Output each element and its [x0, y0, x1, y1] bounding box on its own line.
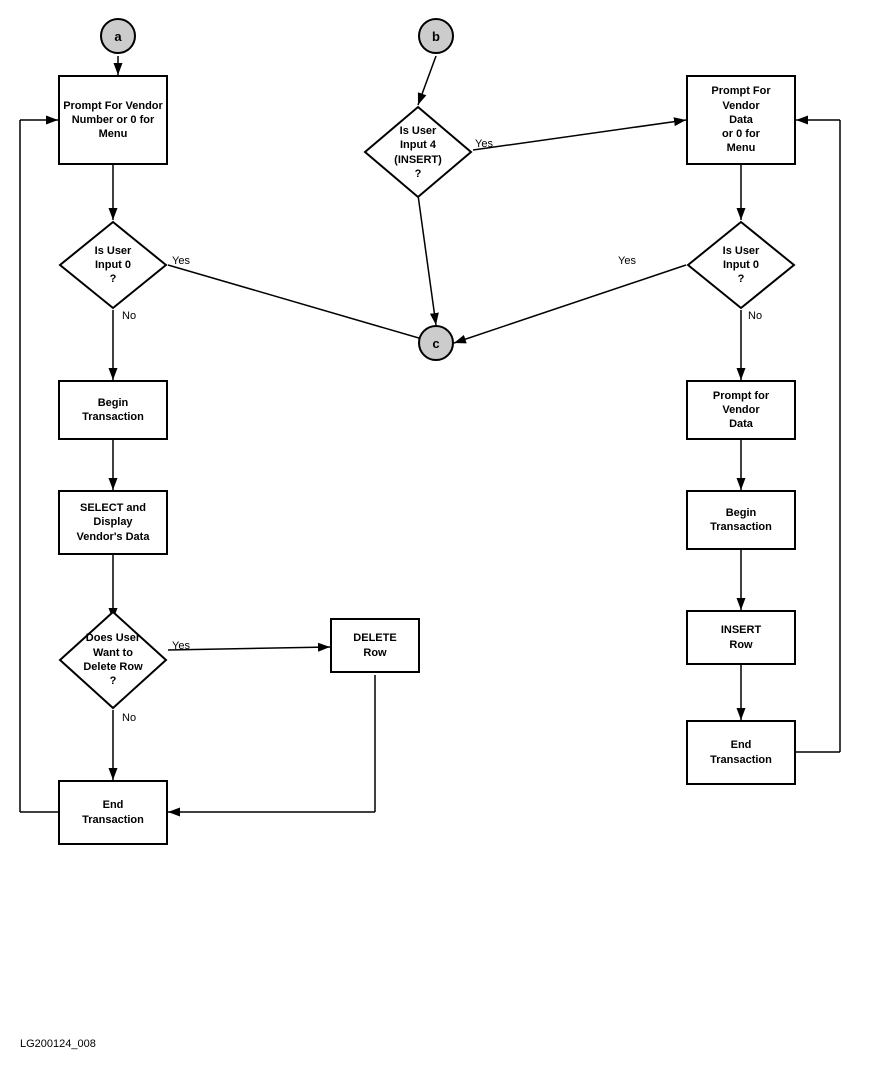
rect-end-transaction-left: EndTransaction: [58, 780, 168, 845]
label-no-left-diamond: No: [122, 310, 136, 322]
label-yes-delete: Yes: [172, 640, 190, 652]
circle-a: a: [100, 18, 136, 54]
rect-insert-row: INSERTRow: [686, 610, 796, 665]
rect-begin-transaction-left: BeginTransaction: [58, 380, 168, 440]
circle-c: c: [418, 325, 454, 361]
rect-select-display: SELECT andDisplayVendor's Data: [58, 490, 168, 555]
diamond-is-user-input-0-right: Is UserInput 0?: [686, 220, 796, 310]
diamond-is-user-input-0-left: Is UserInput 0?: [58, 220, 168, 310]
label-no-right-diamond: No: [748, 310, 762, 322]
diamond-is-user-input-4: Is UserInput 4(INSERT)?: [363, 105, 473, 200]
rect-delete-row: DELETERow: [330, 618, 420, 673]
rect-end-transaction-right: EndTransaction: [686, 720, 796, 785]
rect-prompt-vendor-data-top-right: Prompt ForVendorDataor 0 forMenu: [686, 75, 796, 165]
label-yes-input4: Yes: [475, 138, 493, 150]
rect-begin-transaction-right: BeginTransaction: [686, 490, 796, 550]
label-yes-right-diamond: Yes: [618, 255, 636, 267]
caption: LG200124_008: [20, 1038, 96, 1050]
circle-b: b: [418, 18, 454, 54]
flowchart: a b c Prompt For Vendor Number or 0 for …: [0, 0, 882, 1060]
label-no-delete: No: [122, 712, 136, 724]
rect-prompt-vendor-data-right-small: Prompt forVendorData: [686, 380, 796, 440]
label-yes-left-diamond: Yes: [172, 255, 190, 267]
rect-prompt-vendor-number: Prompt For Vendor Number or 0 for Menu: [58, 75, 168, 165]
diamond-delete-row: Does UserWant toDelete Row?: [58, 610, 168, 710]
